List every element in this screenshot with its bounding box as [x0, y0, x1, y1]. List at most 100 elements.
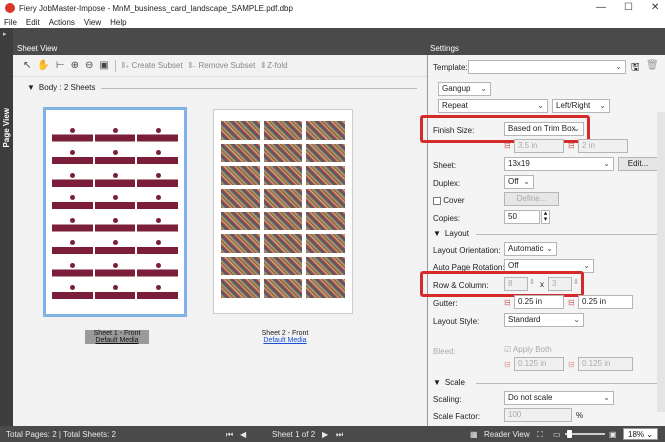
remove-subset-button[interactable]: ‖₋ Remove Subset [189, 61, 256, 70]
last-sheet-icon[interactable]: ⏭ [336, 430, 343, 440]
gutter-horizontal-field[interactable]: 0.25 in [514, 295, 564, 309]
delete-template-icon[interactable]: 🗑 [646, 60, 659, 71]
business-card-front [137, 148, 178, 169]
gangup-dropdown[interactable]: Gangup ⌄ [438, 82, 491, 96]
fit-screen-icon[interactable]: ⛶ [537, 430, 543, 440]
page-view-rail: ▸ Page View [0, 28, 13, 426]
window-title: Fiery JobMaster-Impose - MnM_business_ca… [19, 3, 293, 13]
business-card-front [137, 193, 178, 214]
copies-stepper[interactable]: ▴ ▾ [541, 210, 550, 224]
business-card-front [137, 126, 178, 147]
reader-view-icon[interactable]: ▦ [470, 430, 478, 439]
body-group-header[interactable]: ▼ Body : 2 Sheets [27, 83, 95, 92]
scale-section-header[interactable]: ▼ Scale [433, 378, 465, 387]
business-card-front [137, 283, 178, 304]
layout-orientation-dropdown[interactable]: Automatic ⌄ [504, 242, 557, 256]
row-column-highlight [420, 271, 584, 297]
zoom-in-large-icon[interactable]: ▣ [609, 430, 617, 439]
define-cover-button[interactable]: Define... [504, 192, 559, 206]
previous-sheet-icon[interactable]: ◀ [240, 430, 246, 439]
business-card-image [262, 120, 304, 141]
maximize-button[interactable]: ☐ [624, 2, 633, 13]
menu-file[interactable]: File [4, 18, 17, 27]
sheet-1-name: Sheet 1 - Front [85, 330, 149, 337]
menu-edit[interactable]: Edit [26, 18, 40, 27]
bleed-horizontal-field[interactable]: 0.125 in [514, 357, 564, 371]
business-card-image [220, 165, 261, 186]
gutter-vertical-field[interactable]: 0.25 in [578, 295, 633, 309]
template-dropdown[interactable]: ⌄ [468, 60, 626, 74]
z-fold-button[interactable]: ⦀ Z-fold [261, 61, 287, 71]
card-grid-front [52, 126, 178, 304]
menu-help[interactable]: Help [110, 18, 126, 27]
sheet-2-name: Sheet 2 - Front [261, 330, 309, 337]
menu-view[interactable]: View [84, 18, 101, 27]
next-sheet-icon[interactable]: ▶ [322, 430, 328, 439]
zoom-in-icon[interactable]: ⊕ [71, 60, 79, 71]
bleed-vertical-field[interactable]: 0.125 in [578, 357, 633, 371]
copies-field[interactable]: 50 [504, 210, 540, 224]
sheet-1-media-link[interactable]: Default Media [85, 337, 149, 344]
gutter-label: Gutter: [433, 299, 458, 308]
layout-section-label: Layout [444, 229, 469, 238]
create-subset-button[interactable]: ‖₊ Create Subset [122, 61, 183, 70]
scale-factor-field[interactable]: 100 [504, 408, 572, 422]
save-template-icon[interactable]: 🖫 [631, 60, 640, 77]
duplex-label: Duplex: [433, 179, 461, 188]
layout-section-header[interactable]: ▼ Layout [433, 229, 469, 238]
sheet-size-dropdown[interactable]: 13x19 ⌄ [504, 157, 614, 171]
collapse-triangle-icon[interactable]: ▼ [27, 83, 35, 92]
business-card-image [262, 233, 304, 254]
close-button[interactable]: ✕ [651, 2, 659, 13]
hand-pan-icon[interactable]: ✋ [37, 60, 49, 71]
page-thumbnail-icon[interactable]: ▣ [99, 60, 108, 71]
app-logo-icon [5, 3, 15, 13]
settings-header: Settings [427, 42, 665, 55]
chevron-down-icon: ⌄ [615, 62, 622, 71]
chevron-down-icon: ⌄ [546, 244, 553, 253]
business-card-image [262, 165, 304, 186]
sheet-2-media-link[interactable]: Default Media [253, 337, 317, 344]
finish-width-field[interactable]: 3.5 in [514, 139, 564, 153]
cover-checkbox[interactable] [433, 196, 441, 205]
height-icon: ⊟ [568, 141, 575, 150]
settings-scrollbar[interactable] [657, 112, 665, 412]
business-card-front [52, 171, 93, 192]
left-right-dropdown[interactable]: Left/Right ⌄ [552, 99, 610, 113]
business-card-front [94, 171, 136, 192]
body-group-label: Body : 2 Sheets [38, 83, 96, 92]
zoom-out-icon[interactable]: ⊖ [85, 60, 93, 71]
duplex-dropdown[interactable]: Off ⌄ [504, 175, 534, 189]
repeat-dropdown[interactable]: Repeat ⌄ [438, 99, 548, 113]
zoom-out-small-icon[interactable]: ▭ [553, 430, 561, 439]
collapse-triangle-icon[interactable]: ▼ [433, 229, 441, 238]
sheet-1-label: Sheet 1 - Front Default Media [85, 330, 149, 344]
apply-both-checkbox[interactable]: ☑ [504, 345, 511, 354]
first-sheet-icon[interactable]: ⏮ [226, 430, 233, 440]
menu-actions[interactable]: Actions [49, 18, 75, 27]
scaling-dropdown[interactable]: Do not scale ⌄ [504, 391, 614, 405]
finish-height-field[interactable]: 2 in [578, 139, 628, 153]
divider [101, 88, 417, 89]
business-card-front [94, 261, 136, 282]
edit-sheet-button[interactable]: Edit... [618, 157, 658, 171]
sheet-position: Sheet 1 of 2 [272, 430, 316, 439]
cover-label: Cover [443, 196, 465, 205]
minimize-button[interactable]: — [596, 2, 606, 13]
layout-style-dropdown[interactable]: Standard ⌄ [504, 313, 584, 327]
business-card-image [305, 165, 346, 186]
page-view-tab[interactable]: Page View [2, 108, 12, 147]
sheet-1-thumbnail[interactable] [43, 107, 187, 317]
select-arrow-icon[interactable]: ↖ [23, 60, 31, 71]
expand-arrow-icon[interactable]: ▸ [3, 30, 7, 38]
business-card-front [137, 261, 178, 282]
settings-panel: Template: ⌄ 🖫 🗑 Gangup ⌄ Repeat ⌄ Left/Rig… [420, 55, 665, 426]
trim-tool-icon[interactable]: ⊢ [56, 60, 65, 71]
sheet-2-thumbnail[interactable] [213, 109, 353, 314]
collapse-triangle-icon[interactable]: ▼ [433, 378, 441, 387]
zoom-level-dropdown[interactable]: 18% ⌄ [623, 428, 658, 440]
business-card-image [305, 233, 346, 254]
toolbar-divider [114, 59, 116, 72]
zoom-slider-thumb[interactable] [567, 430, 572, 438]
reader-view-button[interactable]: Reader View [484, 430, 530, 439]
